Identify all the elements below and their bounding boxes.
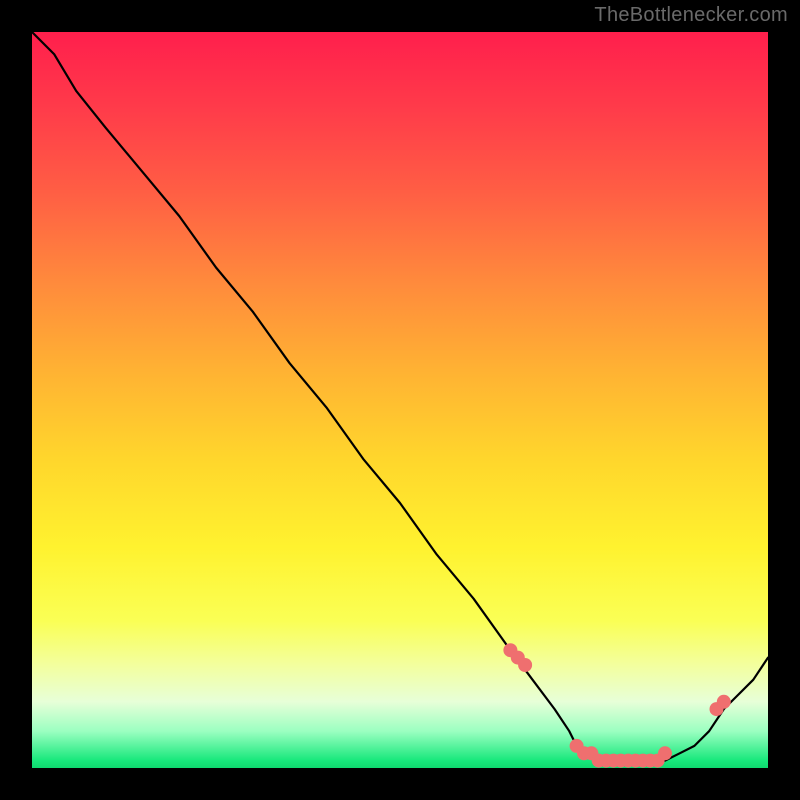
bottleneck-curve [32,32,768,761]
data-marker [658,746,672,760]
data-marker [717,695,731,709]
chart-svg [32,32,768,768]
chart-frame: TheBottlenecker.com [0,0,800,800]
plot-area [32,32,768,768]
marker-group [503,643,730,767]
attribution-text: TheBottlenecker.com [594,4,788,27]
data-marker [518,658,532,672]
